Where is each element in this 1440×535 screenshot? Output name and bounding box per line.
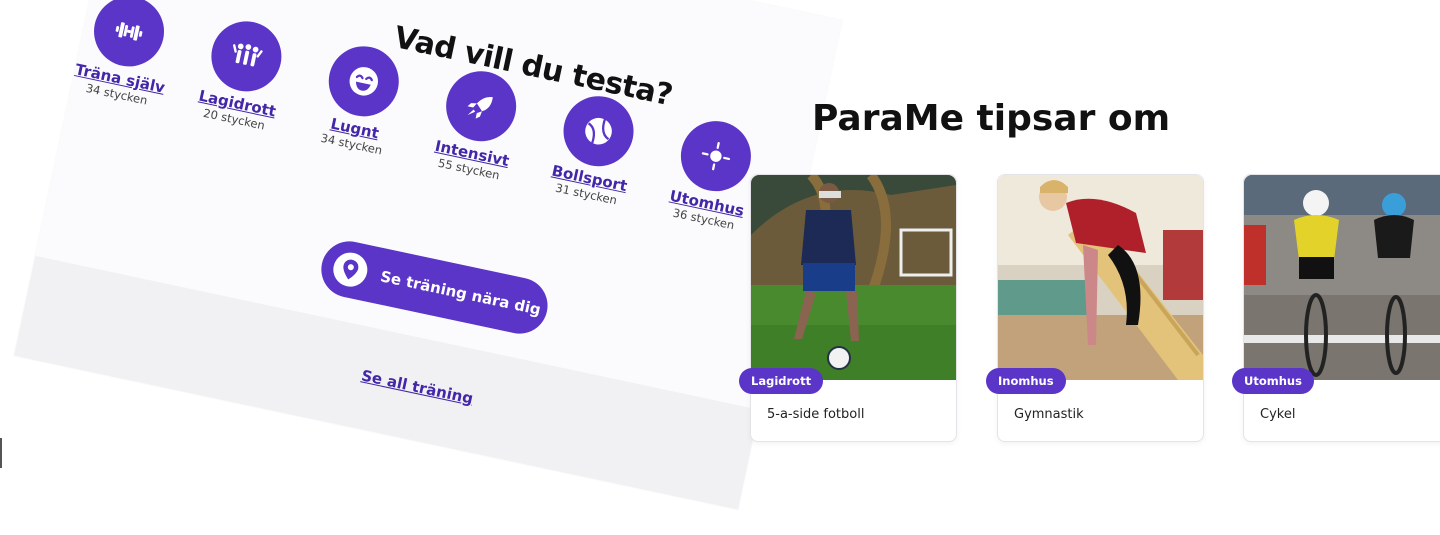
gymnastics-photo <box>998 175 1203 380</box>
card-tag: Inomhus <box>986 368 1066 394</box>
tip-card-gymnastics[interactable]: Inomhus Gymnastik <box>986 174 1204 442</box>
category-item-lugnt[interactable]: Lugnt 34 stycken <box>315 39 406 158</box>
location-pin-icon <box>330 249 371 290</box>
category-item-bollsport[interactable]: Bollsport 31 stycken <box>550 89 641 208</box>
card-title[interactable]: 5-a-side fotboll <box>767 407 864 422</box>
card-tag: Lagidrott <box>739 368 824 394</box>
football-photo <box>751 175 956 380</box>
activity-picker-panel: Vad vill du testa? Träna själv 34 stycke… <box>14 0 842 510</box>
outdoor-icon[interactable] <box>674 114 758 198</box>
team-people-icon[interactable] <box>204 14 288 98</box>
card-title[interactable]: Gymnastik <box>1014 407 1084 422</box>
category-item-trana-sjalv[interactable]: Träna själv 34 stycken <box>74 0 171 108</box>
cycling-photo <box>1244 175 1440 380</box>
tip-card-football[interactable]: Lagidrott 5-a-side fotboll <box>739 174 957 442</box>
ball-icon[interactable] <box>557 89 641 173</box>
card-title[interactable]: Cykel <box>1260 407 1295 422</box>
see-training-near-you-label: Se träning nära dig <box>378 267 543 319</box>
edge-mark <box>0 438 2 468</box>
dumbbell-icon[interactable] <box>87 0 171 73</box>
smiley-icon[interactable] <box>322 39 406 123</box>
category-item-utomhus[interactable]: Utomhus 36 stycken <box>667 114 758 233</box>
category-item-lagidrott[interactable]: Lagidrott 20 stycken <box>197 14 288 133</box>
tip-card-cycling[interactable]: Utomhus Cykel <box>1232 174 1440 442</box>
card-tag: Utomhus <box>1232 368 1314 394</box>
tips-title: ParaMe tipsar om <box>812 98 1171 139</box>
category-item-intensivt[interactable]: Intensivt 55 stycken <box>432 64 523 183</box>
rocket-icon[interactable] <box>439 64 523 148</box>
